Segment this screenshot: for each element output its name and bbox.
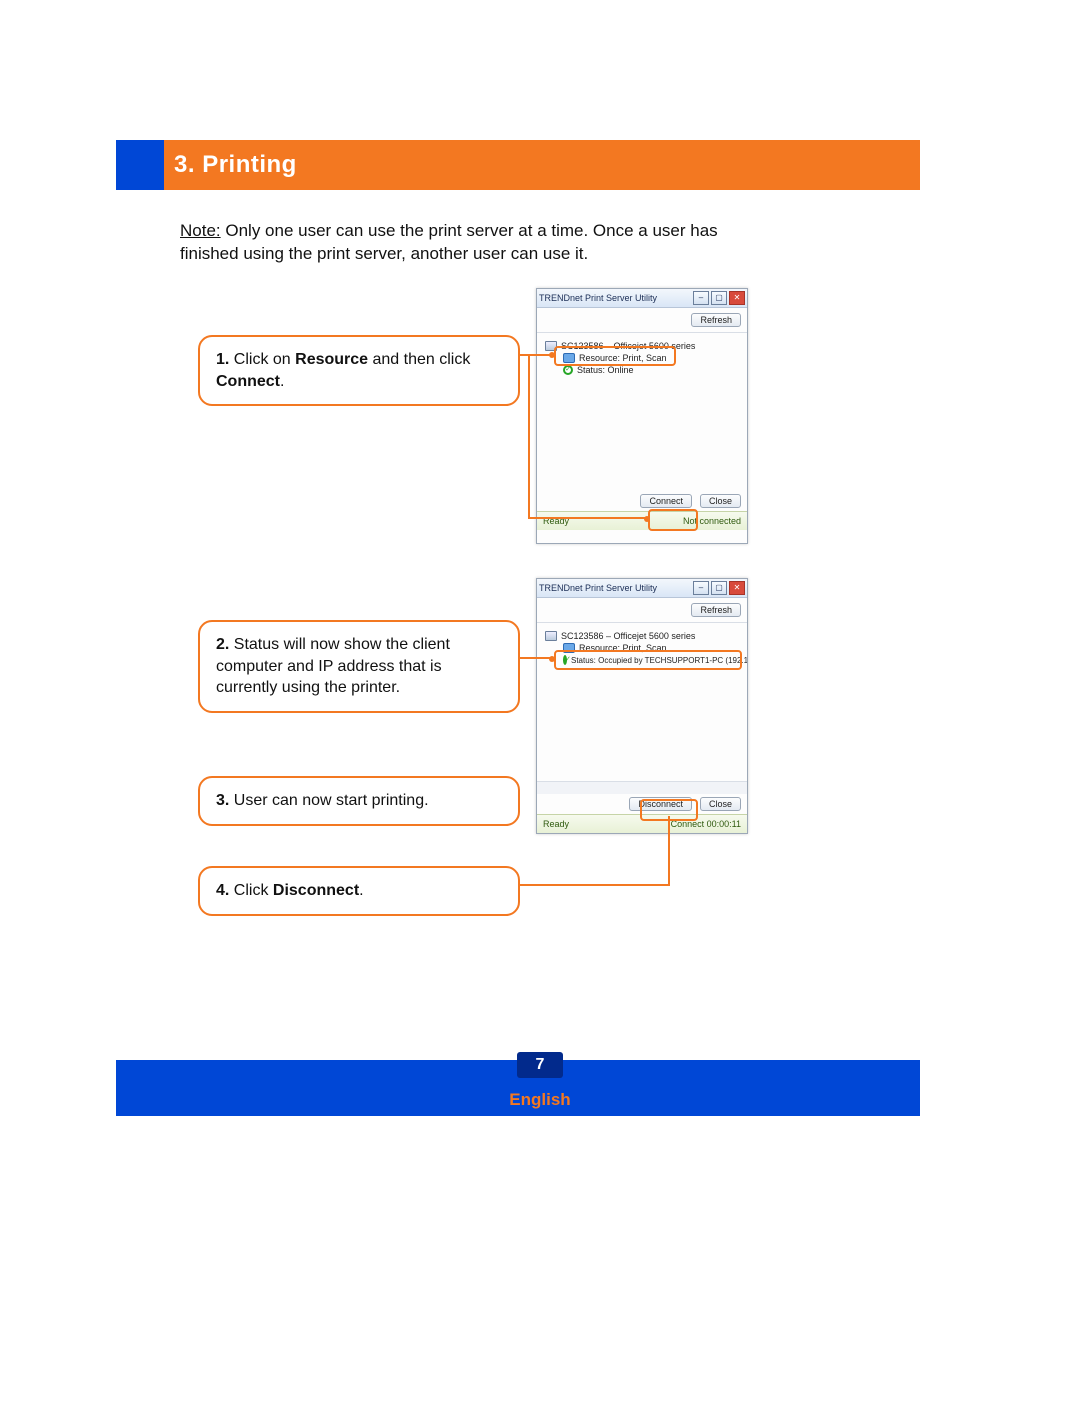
step-callout-4: 4. Click Disconnect. xyxy=(198,866,520,916)
device-label: SC123586 – Officejet 5600 series xyxy=(561,341,695,351)
status-ok-icon xyxy=(563,365,573,375)
device-tree: SC123586 – Officejet 5600 series Resourc… xyxy=(537,623,747,781)
status-right: Not connected xyxy=(683,516,741,526)
button-bar: Connect Close xyxy=(537,491,747,511)
minimize-icon[interactable]: – xyxy=(693,581,709,595)
print-server-utility-window-2: TRENDnet Print Server Utility – ▢ ✕ Refr… xyxy=(536,578,748,834)
note-label: Note: xyxy=(180,221,221,240)
resource-row[interactable]: Resource: Print, Scan xyxy=(545,353,739,363)
resource-row[interactable]: Resource: Print, Scan xyxy=(545,643,739,653)
disconnect-button[interactable]: Disconnect xyxy=(629,797,692,811)
connector-line xyxy=(668,816,670,886)
step-number: 3. xyxy=(216,792,229,809)
status-row: Status: Occupied by TECHSUPPORT1-PC (192… xyxy=(545,655,739,665)
section-heading-bar: 3. Printing xyxy=(116,140,920,190)
minimize-icon[interactable]: – xyxy=(693,291,709,305)
section-number: 3. xyxy=(174,151,195,178)
close-button[interactable]: Close xyxy=(700,797,741,811)
step-callout-3: 3. User can now start printing. xyxy=(198,776,520,826)
section-name: Printing xyxy=(202,151,297,178)
titlebar: TRENDnet Print Server Utility – ▢ ✕ xyxy=(537,289,747,308)
statusbar: Ready Not connected xyxy=(537,511,747,530)
button-bar: Disconnect Close xyxy=(537,794,747,814)
toolbar: Refresh xyxy=(537,308,747,333)
intro-text: Only one user can use the print server a… xyxy=(180,221,718,263)
heading-blue-chip xyxy=(116,140,164,190)
step-number: 2. xyxy=(216,636,229,653)
device-row[interactable]: SC123586 – Officejet 5600 series xyxy=(545,631,739,641)
window-title: TRENDnet Print Server Utility xyxy=(539,293,657,303)
close-icon[interactable]: ✕ xyxy=(729,291,745,305)
step-callout-2: 2. Status will now show the client compu… xyxy=(198,620,520,713)
connector-line xyxy=(520,354,552,356)
statusbar: Ready Connect 00:00:11 xyxy=(537,814,747,833)
status-row: Status: Online xyxy=(545,365,739,375)
status-right: Connect 00:00:11 xyxy=(671,819,741,829)
scrollbar[interactable] xyxy=(537,781,747,794)
page-number-chip: 7 xyxy=(517,1052,563,1078)
connector-line xyxy=(520,657,552,659)
connect-button[interactable]: Connect xyxy=(640,494,692,508)
device-tree: SC123586 – Officejet 5600 series Resourc… xyxy=(537,333,747,491)
window-title: TRENDnet Print Server Utility xyxy=(539,583,657,593)
close-icon[interactable]: ✕ xyxy=(729,581,745,595)
section-title: 3. Printing xyxy=(174,151,297,179)
footer-language: English xyxy=(509,1090,570,1110)
toolbar: Refresh xyxy=(537,598,747,623)
refresh-button[interactable]: Refresh xyxy=(691,603,741,617)
step-number: 4. xyxy=(216,882,229,899)
close-button[interactable]: Close xyxy=(700,494,741,508)
resource-label: Resource: Print, Scan xyxy=(579,643,667,653)
maximize-icon[interactable]: ▢ xyxy=(711,291,727,305)
status-label: Status: Occupied by TECHSUPPORT1-PC (192… xyxy=(571,656,747,665)
print-server-utility-window-1: TRENDnet Print Server Utility – ▢ ✕ Refr… xyxy=(536,288,748,544)
device-label: SC123586 – Officejet 5600 series xyxy=(561,631,695,641)
resource-icon xyxy=(563,643,575,653)
status-left: Ready xyxy=(543,819,569,829)
connector-line xyxy=(528,517,646,519)
device-row[interactable]: SC123586 – Officejet 5600 series xyxy=(545,341,739,351)
printer-icon xyxy=(545,341,557,351)
resource-label: Resource: Print, Scan xyxy=(579,353,667,363)
status-label: Status: Online xyxy=(577,365,634,375)
step-callout-1: 1. Click on Resource and then click Conn… xyxy=(198,335,520,406)
page-number: 7 xyxy=(536,1056,545,1074)
connector-line xyxy=(520,884,670,886)
titlebar: TRENDnet Print Server Utility – ▢ ✕ xyxy=(537,579,747,598)
refresh-button[interactable]: Refresh xyxy=(691,313,741,327)
resource-icon xyxy=(563,353,575,363)
intro-paragraph: Note: Only one user can use the print se… xyxy=(180,220,740,266)
step-number: 1. xyxy=(216,351,229,368)
printer-icon xyxy=(545,631,557,641)
status-ok-icon xyxy=(563,655,567,665)
maximize-icon[interactable]: ▢ xyxy=(711,581,727,595)
connector-line xyxy=(528,356,530,518)
